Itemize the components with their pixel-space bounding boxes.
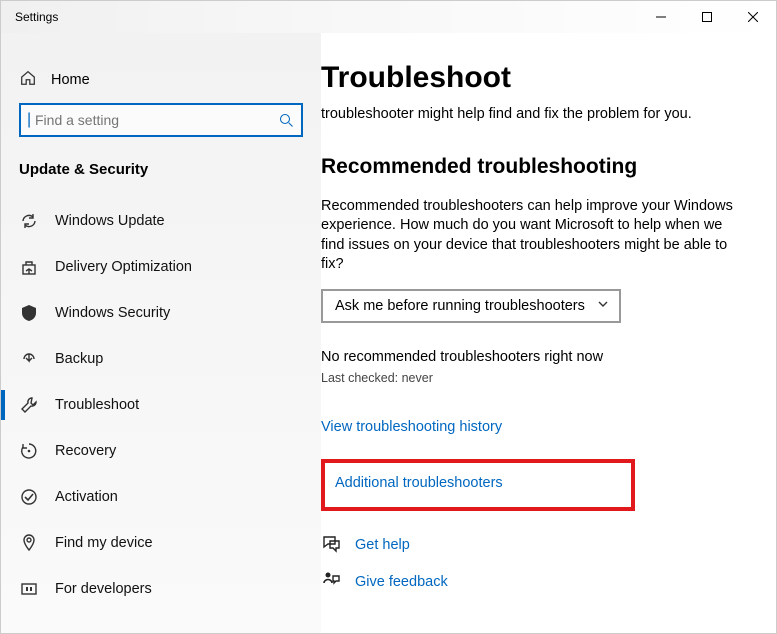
additional-troubleshooters-link[interactable]: Additional troubleshooters	[335, 475, 503, 491]
close-button[interactable]	[730, 1, 776, 33]
recovery-icon	[19, 441, 39, 461]
search-input[interactable]: |	[19, 103, 303, 137]
home-label: Home	[51, 72, 90, 88]
nav-label: Troubleshoot	[55, 397, 139, 413]
nav-label: Recovery	[55, 443, 116, 459]
shield-icon	[19, 303, 39, 323]
backup-icon	[19, 349, 39, 369]
status-text: No recommended troubleshooters right now	[321, 349, 746, 365]
feedback-icon	[321, 570, 341, 595]
page-title: Troubleshoot	[321, 61, 746, 95]
minimize-button[interactable]	[638, 1, 684, 33]
section-text: Recommended troubleshooters can help imp…	[321, 197, 746, 275]
nav-label: Windows Security	[55, 305, 170, 321]
home-button[interactable]: Home	[1, 63, 321, 103]
location-icon	[19, 533, 39, 553]
sidebar-item-windows-security[interactable]: Windows Security	[1, 290, 321, 336]
troubleshoot-preference-dropdown[interactable]: Ask me before running troubleshooters	[321, 289, 621, 323]
text-cursor: |	[21, 111, 31, 129]
sync-icon	[19, 211, 39, 231]
maximize-button[interactable]	[684, 1, 730, 33]
history-link[interactable]: View troubleshooting history	[321, 419, 746, 435]
sidebar-item-for-developers[interactable]: For developers	[1, 566, 321, 612]
sidebar-item-troubleshoot[interactable]: Troubleshoot	[1, 382, 321, 428]
sidebar-item-delivery-optimization[interactable]: Delivery Optimization	[1, 244, 321, 290]
delivery-icon	[19, 257, 39, 277]
last-checked-text: Last checked: never	[321, 371, 746, 385]
sidebar-item-find-my-device[interactable]: Find my device	[1, 520, 321, 566]
dropdown-value: Ask me before running troubleshooters	[335, 298, 585, 314]
get-help-row[interactable]: Get help	[321, 533, 746, 558]
sidebar-item-recovery[interactable]: Recovery	[1, 428, 321, 474]
sidebar: Home | Update & Security Windows Update …	[1, 33, 321, 633]
titlebar: Settings	[1, 1, 776, 33]
chevron-down-icon	[597, 298, 609, 314]
sidebar-item-windows-update[interactable]: Windows Update	[1, 198, 321, 244]
check-circle-icon	[19, 487, 39, 507]
category-header: Update & Security	[1, 151, 321, 198]
sidebar-item-backup[interactable]: Backup	[1, 336, 321, 382]
section-title: Recommended troubleshooting	[321, 155, 746, 179]
intro-text: troubleshooter might help find and fix t…	[321, 105, 746, 125]
window-title: Settings	[1, 10, 58, 24]
nav-label: Delivery Optimization	[55, 259, 192, 275]
developers-icon	[19, 579, 39, 599]
search-icon	[271, 113, 301, 128]
chat-icon	[321, 533, 341, 558]
nav-label: Activation	[55, 489, 118, 505]
nav-label: For developers	[55, 581, 152, 597]
home-icon	[19, 69, 37, 91]
search-field[interactable]	[31, 112, 271, 128]
nav-list: Windows Update Delivery Optimization Win…	[1, 198, 321, 612]
nav-label: Backup	[55, 351, 103, 367]
get-help-link[interactable]: Get help	[355, 537, 410, 553]
sidebar-item-activation[interactable]: Activation	[1, 474, 321, 520]
give-feedback-row[interactable]: Give feedback	[321, 570, 746, 595]
wrench-icon	[19, 395, 39, 415]
content-pane: Troubleshoot troubleshooter might help f…	[321, 33, 776, 633]
give-feedback-link[interactable]: Give feedback	[355, 574, 448, 590]
nav-label: Find my device	[55, 535, 153, 551]
highlight-box: Additional troubleshooters	[321, 459, 635, 511]
nav-label: Windows Update	[55, 213, 165, 229]
